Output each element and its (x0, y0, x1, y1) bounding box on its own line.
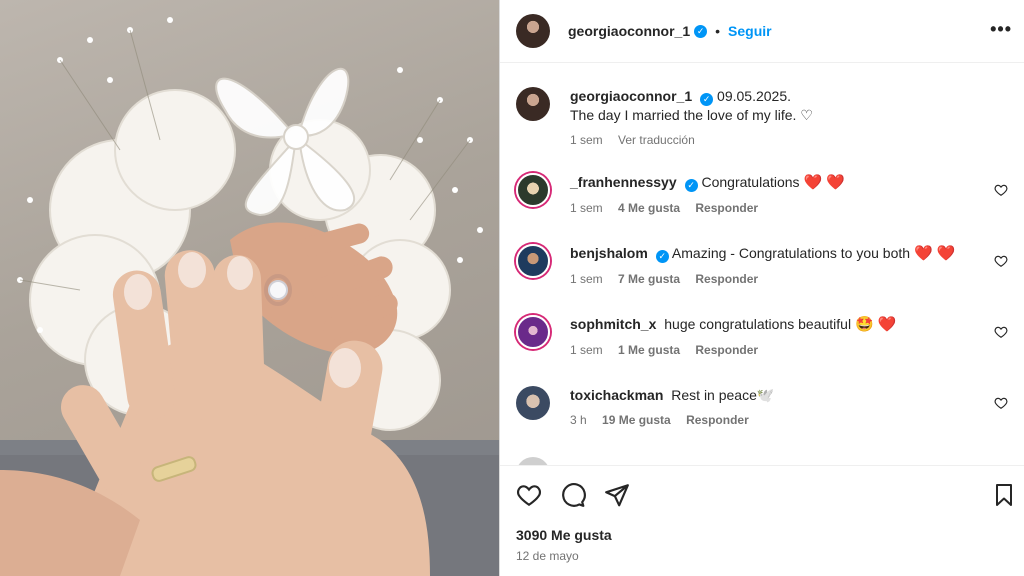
commenter-username[interactable]: benjshalom (570, 245, 648, 261)
comment-age: 1 sem (570, 343, 603, 357)
comment-like-icon[interactable] (994, 183, 1008, 197)
comment-text: Congratulations (701, 174, 800, 190)
comments-list[interactable]: georgiaoconnor_1 ✓ 09.05.2025. The day I … (500, 63, 1024, 465)
commenter-avatar[interactable] (516, 315, 550, 349)
comment-likes[interactable]: 1 Me gusta (618, 343, 680, 357)
share-icon[interactable] (604, 482, 630, 508)
author-avatar[interactable] (516, 87, 550, 121)
verified-badge-icon: ✓ (684, 179, 698, 192)
translate-link[interactable]: Ver traducción (618, 133, 695, 147)
post-photo (0, 0, 499, 576)
comment-age: 1 sem (570, 201, 603, 215)
bookmark-icon[interactable] (992, 482, 1016, 508)
comment-likes[interactable]: 19 Me gusta (602, 413, 671, 427)
commenter-username[interactable]: toxichackman (570, 387, 663, 403)
separator-dot: • (715, 23, 721, 39)
reply-button[interactable]: Responder (695, 272, 758, 286)
comment-age: 1 sem (570, 272, 603, 286)
commenter-username[interactable]: sophmitch_x (570, 316, 656, 332)
caption-age: 1 sem (570, 133, 603, 147)
caption-username[interactable]: georgiaoconnor_1 (570, 88, 692, 104)
commenter-avatar[interactable] (516, 457, 550, 465)
comment-likes[interactable]: 4 Me gusta (618, 201, 680, 215)
post-date: 12 de mayo (516, 549, 579, 563)
comment-text: huge congratulations beautiful (664, 316, 852, 332)
commenter-username[interactable]: _franhennessyy (570, 174, 677, 190)
wedding-rings-hands-photo (0, 17, 499, 576)
verified-badge-icon: ✓ (694, 24, 708, 38)
verified-badge-icon: ✓ (700, 93, 714, 106)
emoji: 🤩 ❤️ (854, 316, 897, 333)
comment-text: Rest in peace🕊️ (671, 387, 775, 403)
post-header: georgiaoconnor_1 ✓ • Seguir ••• (500, 0, 1024, 62)
heart-emoji: ❤️ ❤️ (913, 245, 956, 262)
comment-like-icon[interactable] (994, 254, 1008, 268)
commenter-avatar[interactable] (516, 386, 550, 420)
post-side-panel: georgiaoconnor_1 ✓ • Seguir ••• georgiao… (500, 0, 1024, 576)
follow-button[interactable]: Seguir (728, 23, 772, 39)
author-avatar[interactable] (516, 14, 550, 48)
heart-emoji: ❤️ ❤️ (803, 174, 845, 191)
likes-count[interactable]: 3090 Me gusta (516, 527, 612, 543)
comment-like-icon[interactable] (994, 396, 1008, 410)
author-username[interactable]: georgiaoconnor_1 (568, 23, 690, 39)
heart-icon[interactable] (516, 482, 542, 508)
comment-like-icon[interactable] (994, 325, 1008, 339)
reply-button[interactable]: Responder (695, 343, 758, 357)
more-horizontal-icon[interactable]: ••• (990, 20, 1012, 38)
reply-button[interactable]: Responder (695, 201, 758, 215)
reply-button[interactable]: Responder (686, 413, 749, 427)
comment-icon[interactable] (560, 482, 586, 508)
caption-text: The day I married the love of my life. ♡ (570, 107, 813, 123)
commenter-avatar[interactable] (516, 244, 550, 278)
caption-date: 09.05.2025. (717, 88, 791, 104)
comment-age: 3 h (570, 413, 587, 427)
post-actions: 3090 Me gusta 12 de mayo (500, 466, 1024, 576)
commenter-avatar[interactable] (516, 173, 550, 207)
comment-text: Amazing - Congratulations to you both (671, 245, 911, 261)
comment-likes[interactable]: 7 Me gusta (618, 272, 680, 286)
verified-badge-icon: ✓ (655, 250, 669, 263)
